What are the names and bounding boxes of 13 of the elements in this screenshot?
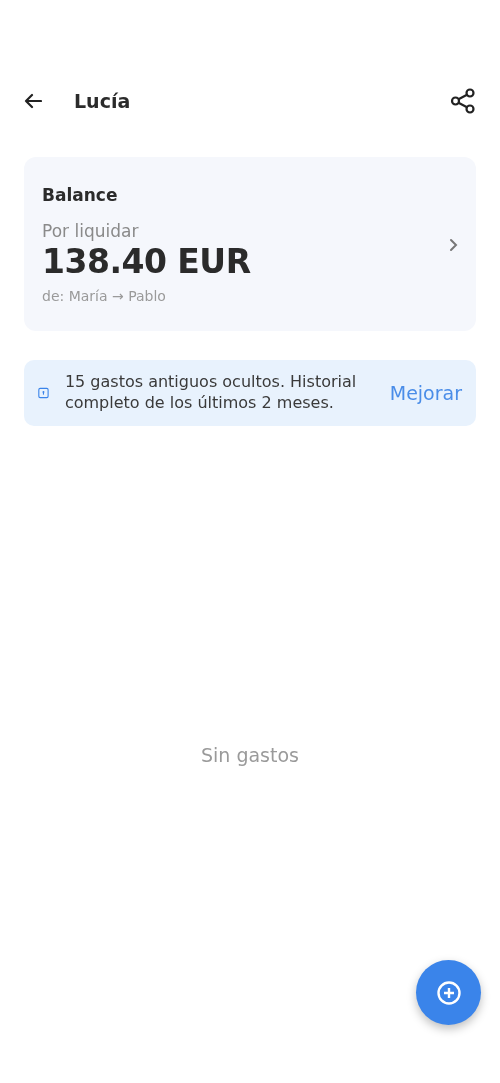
page-title: Lucía bbox=[74, 88, 131, 114]
add-button[interactable] bbox=[416, 960, 481, 1025]
empty-state-text: Sin gastos bbox=[200, 742, 300, 768]
share-icon[interactable] bbox=[450, 88, 476, 114]
balance-amount: 138.40 EUR bbox=[42, 244, 252, 281]
chevron-right-icon bbox=[449, 238, 458, 253]
balance-card[interactable]: Balance Por liquidar 138.40 EUR de: María → Pablo bbox=[24, 157, 476, 332]
notice-text: 15 gastos antiguos ocultos. Historial completo de los últimos 2 meses. bbox=[64, 372, 358, 414]
back-arrow-icon[interactable] bbox=[24, 93, 42, 109]
add-icon bbox=[436, 980, 461, 1005]
balance-detail: de: María → Pablo bbox=[42, 287, 167, 307]
balance-label: Por liquidar bbox=[42, 219, 140, 243]
card-title: Balance bbox=[42, 184, 119, 207]
